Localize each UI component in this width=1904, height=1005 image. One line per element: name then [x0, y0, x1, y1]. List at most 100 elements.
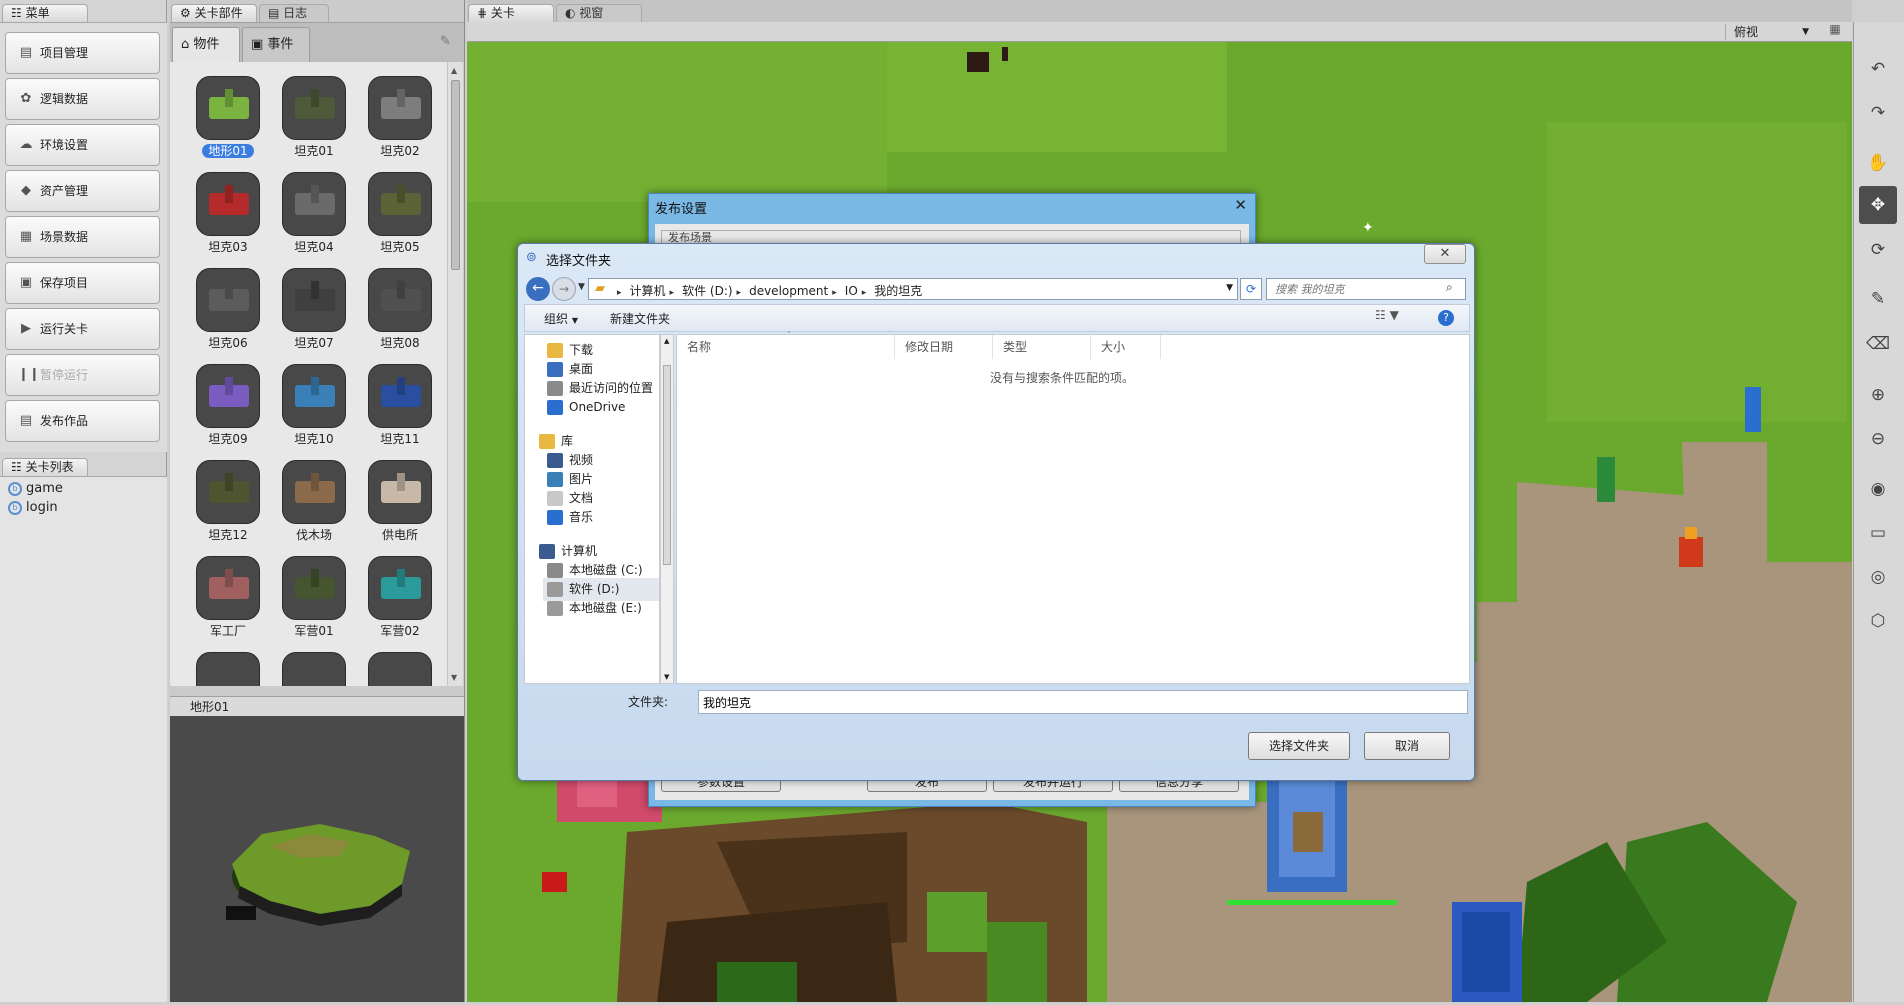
asset-grid: 地形01 坦克01 坦克02 坦克03 坦克04 坦克05 坦克06 坦克07 坦克08 坦克09… [170, 62, 447, 686]
parts-icon: ⚙ [180, 6, 195, 20]
back-button[interactable]: ← [526, 277, 550, 301]
select-folder-button[interactable]: 选择文件夹 [1248, 732, 1350, 760]
column-name[interactable]: 名称 [677, 335, 895, 359]
tab-menu[interactable]: ☷ 菜单 [2, 4, 88, 22]
help-icon[interactable]: ? [1438, 310, 1454, 326]
asset-thumbnail [282, 172, 346, 236]
grid-toggle-icon[interactable]: ▦ [1822, 22, 1848, 40]
cancel-button[interactable]: 取消 [1364, 732, 1450, 760]
undo-icon[interactable]: ↶ [1859, 50, 1897, 88]
search-input[interactable] [1266, 278, 1466, 300]
organize-menu[interactable]: 组织 ▼ [544, 310, 578, 327]
zoom-in-icon[interactable]: ⊕ [1859, 376, 1897, 414]
close-button[interactable]: ✕ [1424, 244, 1466, 264]
breadcrumb-separator-icon[interactable]: ▸ [617, 288, 622, 298]
menu-item-3[interactable]: ◆ 资产管理 [5, 170, 160, 212]
subtab-events[interactable]: ▣ 事件 [242, 27, 310, 62]
tab-log[interactable]: ▤ 日志 [259, 4, 329, 22]
view-options-icon[interactable]: ☷ ▼ [1375, 308, 1399, 322]
asset-scrollbar[interactable]: ▲ ▼ [447, 62, 463, 686]
asset-item-partial[interactable] [362, 652, 438, 686]
breadcrumb-separator-icon[interactable]: ▸ [832, 288, 837, 298]
column-size[interactable]: 大小 [1091, 335, 1161, 359]
menu-item-6[interactable]: ▶ 运行关卡 [5, 308, 160, 350]
breadcrumb-item[interactable]: 计算机 [630, 284, 666, 298]
asset-item[interactable]: 军工厂 [190, 556, 266, 648]
zoom-out-icon[interactable]: ⊖ [1859, 420, 1897, 458]
nav-item[interactable]: OneDrive [543, 396, 659, 419]
target-icon[interactable]: ◉ [1859, 470, 1897, 508]
close-icon[interactable]: ✕ [1234, 196, 1247, 214]
asset-item[interactable]: 坦克10 [276, 364, 352, 456]
view-mode-select[interactable]: 俯视 ▼ [1725, 24, 1815, 40]
asset-item[interactable]: 军营01 [276, 556, 352, 648]
tab-viewport[interactable]: ◐ 视窗 [556, 4, 642, 22]
nav-scrollbar[interactable]: ▲ ▼ [660, 334, 674, 684]
menu-item-8[interactable]: ▤ 发布作品 [5, 400, 160, 442]
breadcrumb-item[interactable]: 我的坦克 [874, 284, 922, 298]
breadcrumb-separator-icon[interactable]: ▸ [670, 288, 675, 298]
pencil-icon[interactable]: ✎ [1859, 280, 1897, 318]
tab-level-parts[interactable]: ⚙ 关卡部件 [171, 4, 257, 22]
asset-item[interactable]: 坦克02 [362, 76, 438, 168]
hand-icon[interactable]: ✋ [1859, 144, 1897, 182]
breadcrumb-separator-icon[interactable]: ▸ [862, 288, 867, 298]
forward-button[interactable]: → [552, 277, 576, 301]
redo-icon[interactable]: ↷ [1859, 94, 1897, 132]
nav-item[interactable]: 本地磁盘 (E:) [543, 597, 659, 620]
asset-item[interactable]: 地形01 [190, 76, 266, 168]
nav-item[interactable]: 音乐 [543, 506, 659, 529]
tab-level[interactable]: ⋕ 关卡 [468, 4, 554, 22]
folder-name-input[interactable] [698, 690, 1468, 714]
eye-icon[interactable]: ◎ [1859, 558, 1897, 596]
nav-icon [539, 434, 555, 449]
nav-icon [547, 582, 563, 597]
asset-item[interactable]: 坦克06 [190, 268, 266, 360]
asset-item-partial[interactable] [190, 652, 266, 686]
breadcrumb-separator-icon[interactable]: ▸ [737, 288, 742, 298]
asset-item[interactable]: 坦克07 [276, 268, 352, 360]
level-item-game[interactable]: b game [8, 480, 63, 498]
asset-item[interactable]: 坦克05 [362, 172, 438, 264]
asset-label: 地形01 [202, 144, 254, 158]
breadcrumb-item[interactable]: development [749, 284, 828, 298]
column-type[interactable]: 类型 [993, 335, 1091, 359]
menu-item-4[interactable]: ▦ 场景数据 [5, 216, 160, 258]
asset-item[interactable]: 伐木场 [276, 460, 352, 552]
move-icon[interactable]: ✥ [1859, 186, 1897, 224]
address-bar[interactable]: ▰ ▸ 计算机 ▸ 软件 (D:) ▸ development ▸ IO ▸ 我的坦克 ▼ [588, 278, 1238, 300]
camera-icon[interactable]: ▭ [1859, 514, 1897, 552]
menu-item-1[interactable]: ✿ 逻辑数据 [5, 78, 160, 120]
asset-item[interactable]: 坦克03 [190, 172, 266, 264]
search-icon[interactable]: ⌕ [1446, 280, 1453, 295]
column-modified[interactable]: 修改日期 [895, 335, 993, 359]
asset-item[interactable]: 坦克01 [276, 76, 352, 168]
asset-item[interactable]: 军营02 [362, 556, 438, 648]
breadcrumb-item[interactable]: IO [845, 284, 858, 298]
eraser-icon[interactable]: ⌫ [1859, 325, 1897, 363]
menu-item-2[interactable]: ☁ 环境设置 [5, 124, 160, 166]
breadcrumb-item[interactable]: 软件 (D:) [682, 284, 732, 298]
asset-item[interactable]: 坦克11 [362, 364, 438, 456]
tab-level-list[interactable]: ☷ 关卡列表 [2, 458, 88, 476]
event-icon: ▣ [251, 37, 268, 52]
asset-item[interactable]: 坦克12 [190, 460, 266, 552]
refresh-icon[interactable]: ⟳ [1240, 278, 1262, 300]
asset-item-partial[interactable] [276, 652, 352, 686]
cube-icon[interactable]: ⬡ [1859, 602, 1897, 640]
asset-item[interactable]: 供电所 [362, 460, 438, 552]
chevron-down-icon[interactable]: ▼ [1226, 283, 1233, 293]
asset-item[interactable]: 坦克04 [276, 172, 352, 264]
menu-item-5[interactable]: ▣ 保存项目 [5, 262, 160, 304]
pin-icon[interactable]: ✎ [440, 34, 451, 49]
history-chevron-icon[interactable]: ▼ [578, 282, 585, 292]
level-item-login[interactable]: b login [8, 499, 58, 517]
subtab-objects[interactable]: ⌂ 物件 [172, 27, 240, 62]
rotate-icon[interactable]: ⟳ [1859, 231, 1897, 269]
menu-item-0[interactable]: ▤ 项目管理 [5, 32, 160, 74]
asset-item[interactable]: 坦克08 [362, 268, 438, 360]
asset-item[interactable]: 坦克09 [190, 364, 266, 456]
scrollbar-thumb[interactable] [663, 365, 671, 565]
scrollbar-thumb[interactable] [451, 80, 460, 270]
new-folder-button[interactable]: 新建文件夹 [610, 310, 670, 327]
